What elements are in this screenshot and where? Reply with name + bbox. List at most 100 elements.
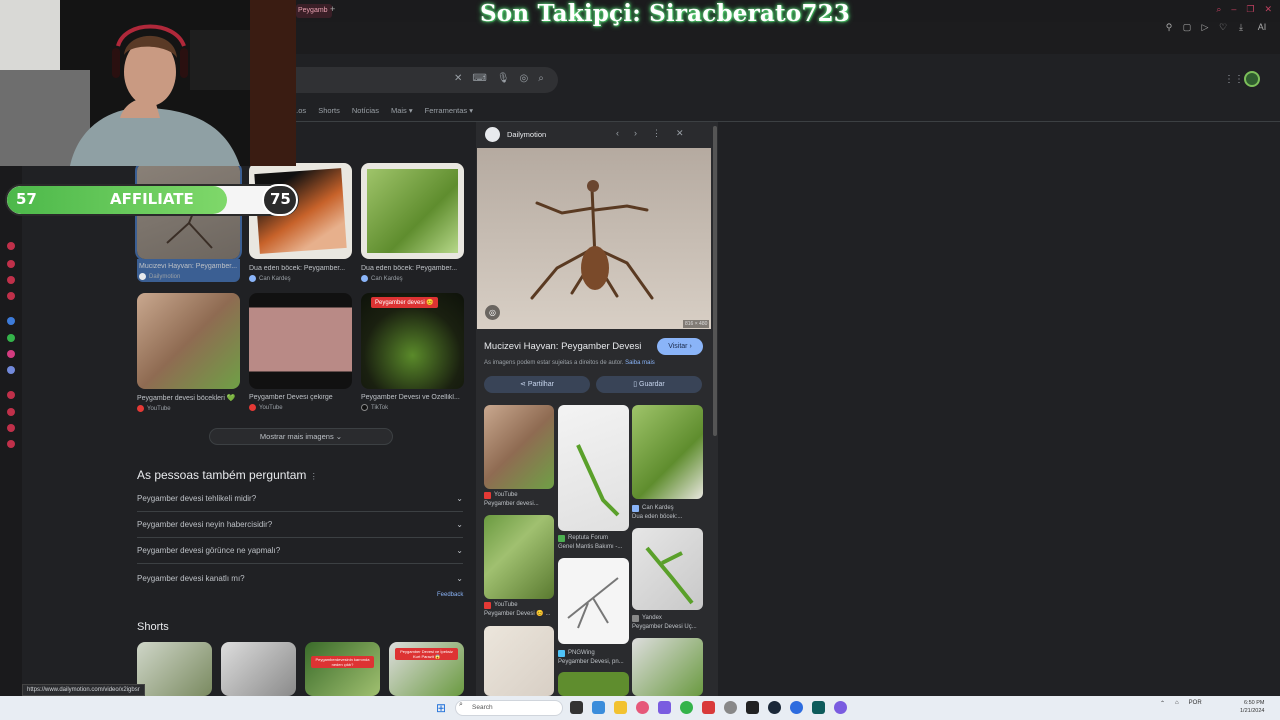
sidebar-app-icon[interactable] [7,391,15,399]
related-image[interactable] [484,405,554,489]
sidebar-app-icon[interactable] [7,276,15,284]
related-image[interactable] [632,528,703,610]
discord-icon[interactable] [7,366,15,374]
image-result[interactable]: Peygamber Devesi çekirge YouTube [249,293,352,411]
prev-icon[interactable]: ‹ [616,128,619,139]
related-image[interactable] [484,515,554,599]
sidebar-app-icon[interactable] [7,440,15,448]
taskbar-app-icon[interactable] [746,701,759,714]
tab-tools[interactable]: Ferramentas ▾ [425,106,473,115]
sidebar-app-icon[interactable] [7,260,15,268]
taskbar-app-icon[interactable] [658,701,671,714]
sidebar-app-icon[interactable] [7,424,15,432]
tab-more[interactable]: Mais ▾ [391,106,413,115]
short-video[interactable]: Peygamber Devesi ve İpeksiz Kurt Parazit… [389,642,464,696]
search-icon[interactable]: ⌕ [538,73,544,84]
related-image[interactable] [632,638,703,696]
image-result[interactable]: Peygamber devesi böcekleri 💚 YouTube [137,293,240,412]
show-more-images-button[interactable]: Mostrar mais imagens ⌄ [209,428,393,445]
sidebar-app-icon[interactable] [7,242,15,250]
play-icon[interactable]: ▷ [1200,22,1210,33]
taskbar-app-icon[interactable] [702,701,715,714]
next-icon[interactable]: › [634,128,637,139]
close-icon[interactable]: ✕ [1264,4,1272,15]
panel-header-icons: ‹ › ⋮ ✕ [616,128,684,139]
paa-question[interactable]: Peygamber devesi görünce ne yapmalı? ⌄ [137,538,463,564]
tab-shorts[interactable]: Shorts [318,106,340,115]
image-result[interactable]: Peygamber devesi 😊 Peygamber Devesi ve Ö… [361,293,464,411]
related-image[interactable] [558,672,629,696]
new-tab-button[interactable]: + [330,4,335,14]
tab-news[interactable]: Notícias [352,106,379,115]
keyboard-icon[interactable]: ⌨ [472,73,486,84]
clock[interactable]: 6:50 PM 1/21/2024 [1240,699,1264,715]
steam-icon[interactable] [768,701,781,714]
pin-icon[interactable]: ⚲ [1164,22,1174,33]
search-icon[interactable]: ⌕ [1216,4,1221,15]
paa-question[interactable]: Peygamber devesi kanatlı mı? ⌄ [137,565,463,591]
short-video[interactable]: Peygamberdevesinin karnında neden çıktı? [305,642,380,696]
taskbar-app-icon[interactable] [570,701,583,714]
lens-icon[interactable]: ◎ [520,73,529,84]
related-image[interactable] [632,405,703,499]
apps-grid-icon[interactable]: ⋮⋮ [1224,74,1244,85]
network-icon[interactable]: ⌂ [1175,700,1179,707]
share-button[interactable]: ⋖ Partilhar [484,376,590,393]
sidebar-app-icon[interactable] [7,408,15,416]
taskbar-app-icon[interactable] [790,701,803,714]
download-icon[interactable]: ⤓ [1236,22,1246,33]
status-url: https://www.dailymotion.com/video/x2igbs… [22,684,145,696]
image-result[interactable]: Dua eden böcek: Peygamber... Can Kardeş [361,163,464,282]
image-thumb[interactable] [361,163,464,259]
image-caption: Peygamber Devesi ve Özellikl... [361,394,460,401]
image-source: TikTok [371,404,389,411]
learn-more-link[interactable]: Saiba mais [625,360,655,366]
taskbar-app-icon[interactable] [834,701,847,714]
save-button[interactable]: ▯ Guardar [596,376,702,393]
taskbar-search[interactable]: Search [455,700,563,716]
minimize-icon[interactable]: – [1231,4,1236,15]
messenger-icon[interactable] [7,317,15,325]
short-video[interactable] [137,642,212,696]
empty-area [718,122,1280,696]
related-image[interactable] [558,405,629,531]
tab-icon[interactable]: ▢ [1182,22,1192,33]
windows-start-icon[interactable]: ⊞ [436,701,446,715]
chevron-up-icon[interactable]: ⌃ [1160,700,1165,707]
whatsapp-icon[interactable] [7,334,15,342]
instagram-icon[interactable] [7,350,15,358]
preview-image[interactable] [477,148,711,329]
ai-button[interactable]: AI [1254,22,1270,33]
folder-icon[interactable] [614,701,627,714]
taskbar-app-icon[interactable] [636,701,649,714]
image-thumb[interactable]: Peygamber devesi 😊 [361,293,464,389]
browser-tab[interactable]: Peygamb [296,4,332,18]
restore-icon[interactable]: ❐ [1246,4,1254,15]
taskbar-app-icon[interactable] [592,701,605,714]
lens-icon[interactable]: ◎ [485,305,500,320]
mic-icon[interactable]: 🎙 [497,73,510,84]
lang-indicator[interactable]: POR [1189,700,1202,707]
paa-question[interactable]: Peygamber devesi tehlikeli midir? ⌄ [137,486,463,512]
close-icon[interactable]: ✕ [676,128,684,139]
image-result[interactable]: Dua eden böcek: Peygamber... Can Kardeş [249,163,352,282]
image-thumb[interactable] [249,293,352,389]
heart-icon[interactable]: ♡ [1218,22,1228,33]
feedback-link[interactable]: Feedback [437,592,463,598]
short-video[interactable] [221,642,296,696]
more-icon[interactable]: ⋮ [652,128,661,139]
avatar[interactable] [1244,71,1260,87]
search-icon: ⌕ [459,701,463,708]
related-image[interactable] [558,558,629,644]
image-thumb[interactable] [137,293,240,389]
sidebar-app-icon[interactable] [7,292,15,300]
clear-icon[interactable]: ✕ [454,73,462,84]
visit-button[interactable]: Visitar › [657,338,703,355]
whatsapp-icon[interactable] [680,701,693,714]
taskbar-app-icon[interactable] [812,701,825,714]
related-image[interactable] [484,626,554,696]
paa-question[interactable]: Peygamber devesi neyin habercisidir? ⌄ [137,512,463,538]
image-result[interactable]: Mucizevi Hayvan: Peygamber... Dailymotio… [135,161,242,282]
taskbar-app-icon[interactable] [724,701,737,714]
related-caption: Can Kardeş Dua eden böcek:... [632,505,683,520]
